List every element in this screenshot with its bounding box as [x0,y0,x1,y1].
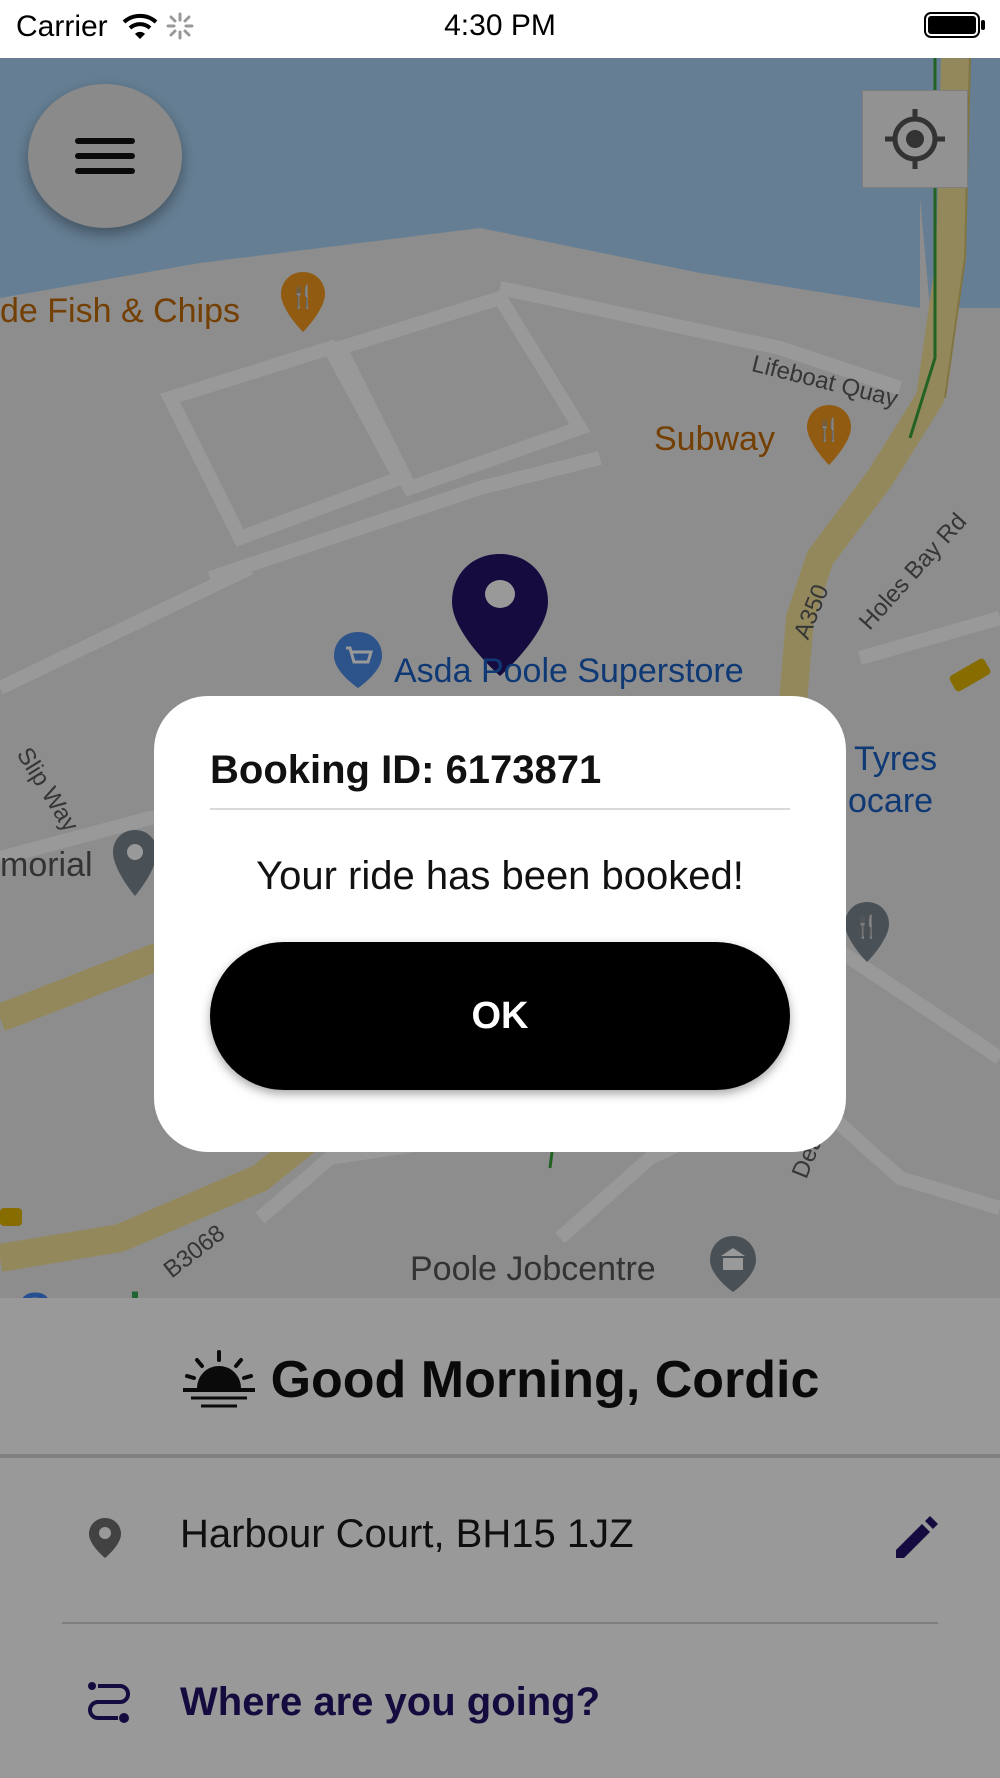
battery-icon [924,12,985,38]
status-time: 4:30 PM [444,9,556,42]
booking-confirmation-dialog: Booking ID: 6173871 Your ride has been b… [154,696,846,1152]
ok-button[interactable]: OK [210,942,790,1090]
status-bar: Carrier 4:30 PM [0,0,1000,58]
dialog-message: Your ride has been booked! [256,854,744,898]
dialog-divider [210,808,790,810]
dialog-title: Booking ID: 6173871 [210,748,602,792]
